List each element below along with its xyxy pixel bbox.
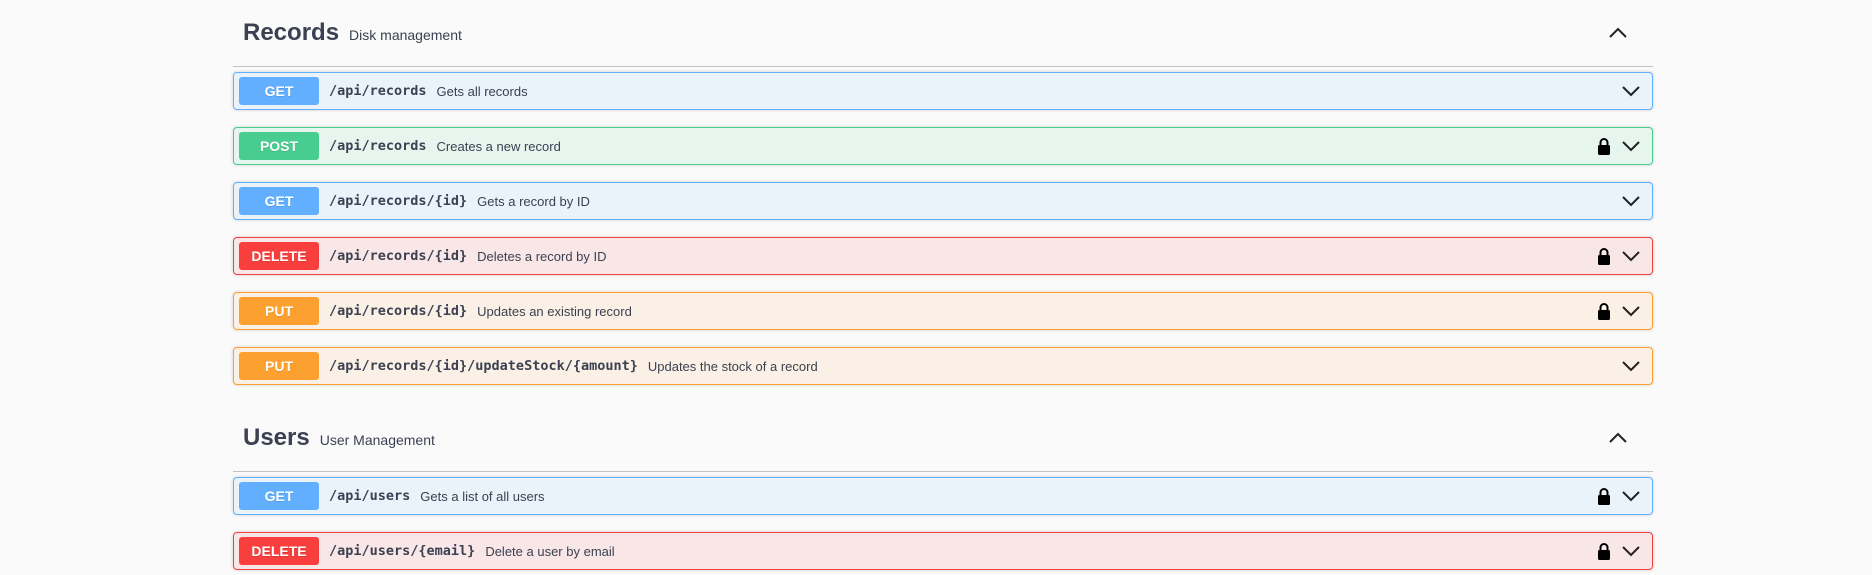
operation-path: /api/users/{email} [329, 543, 476, 559]
chevron-down-icon[interactable] [1620, 486, 1642, 506]
section-description: Disk management [349, 26, 462, 43]
operation-path: /api/records/{id} [329, 303, 468, 319]
operation-summary: Gets all records [436, 83, 528, 99]
chevron-down-icon[interactable] [1620, 191, 1642, 211]
operation-row[interactable]: GET /api/records/{id} Gets a record by I… [233, 182, 1653, 220]
section-title: Users [243, 424, 310, 451]
operation-row[interactable]: PUT /api/records/{id} Updates an existin… [233, 292, 1653, 330]
lock-icon[interactable] [1596, 486, 1612, 506]
operation-path: /api/records [329, 138, 427, 154]
lock-icon[interactable] [1596, 541, 1612, 561]
operation-controls [1596, 533, 1642, 569]
operation-path: /api/records [329, 83, 427, 99]
chevron-down-icon[interactable] [1620, 301, 1642, 321]
operation-controls [1620, 183, 1642, 219]
operation-path: /api/users [329, 488, 411, 504]
operation-row[interactable]: GET /api/users Gets a list of all users [233, 477, 1653, 515]
lock-icon[interactable] [1596, 246, 1612, 266]
operation-path: /api/records/{id}/updateStock/{amount} [329, 358, 638, 374]
method-badge: DELETE [239, 242, 319, 270]
method-badge: PUT [239, 352, 319, 380]
operation-controls [1596, 238, 1642, 274]
operation-controls [1596, 128, 1642, 164]
chevron-up-icon[interactable] [1607, 22, 1629, 44]
section-description: User Management [319, 431, 435, 448]
operation-controls [1596, 478, 1642, 514]
records-section-header[interactable]: Records Disk management [233, 0, 1653, 67]
lock-icon[interactable] [1596, 136, 1612, 156]
method-badge: GET [239, 187, 319, 215]
lock-icon[interactable] [1596, 301, 1612, 321]
operation-controls [1620, 73, 1642, 109]
chevron-down-icon[interactable] [1620, 356, 1642, 376]
chevron-down-icon[interactable] [1620, 246, 1642, 266]
api-docs: Records Disk management GET /api/records… [233, 0, 1653, 570]
operation-path: /api/records/{id} [329, 193, 468, 209]
operation-controls [1596, 293, 1642, 329]
method-badge: POST [239, 132, 319, 160]
operation-row[interactable]: GET /api/records Gets all records [233, 72, 1653, 110]
operation-summary: Deletes a record by ID [477, 248, 607, 264]
operation-row[interactable]: POST /api/records Creates a new record [233, 127, 1653, 165]
chevron-down-icon[interactable] [1620, 541, 1642, 561]
method-badge: GET [239, 77, 319, 105]
section-title: Records [243, 19, 340, 46]
operation-row[interactable]: DELETE /api/users/{email} Delete a user … [233, 532, 1653, 570]
operation-path: /api/records/{id} [329, 248, 468, 264]
operation-summary: Updates the stock of a record [647, 358, 818, 374]
operation-summary: Updates an existing record [477, 303, 632, 319]
operation-summary: Gets a list of all users [420, 488, 545, 504]
chevron-up-icon[interactable] [1607, 427, 1629, 449]
operation-controls [1620, 348, 1642, 384]
operation-summary: Gets a record by ID [477, 193, 590, 209]
operation-row[interactable]: PUT /api/records/{id}/updateStock/{amoun… [233, 347, 1653, 385]
method-badge: PUT [239, 297, 319, 325]
method-badge: GET [239, 482, 319, 510]
users-section-header[interactable]: Users User Management [233, 405, 1653, 472]
chevron-down-icon[interactable] [1620, 136, 1642, 156]
method-badge: DELETE [239, 537, 319, 565]
operation-row[interactable]: DELETE /api/records/{id} Deletes a recor… [233, 237, 1653, 275]
operation-summary: Delete a user by email [485, 543, 615, 559]
operation-summary: Creates a new record [436, 138, 561, 154]
chevron-down-icon[interactable] [1620, 81, 1642, 101]
